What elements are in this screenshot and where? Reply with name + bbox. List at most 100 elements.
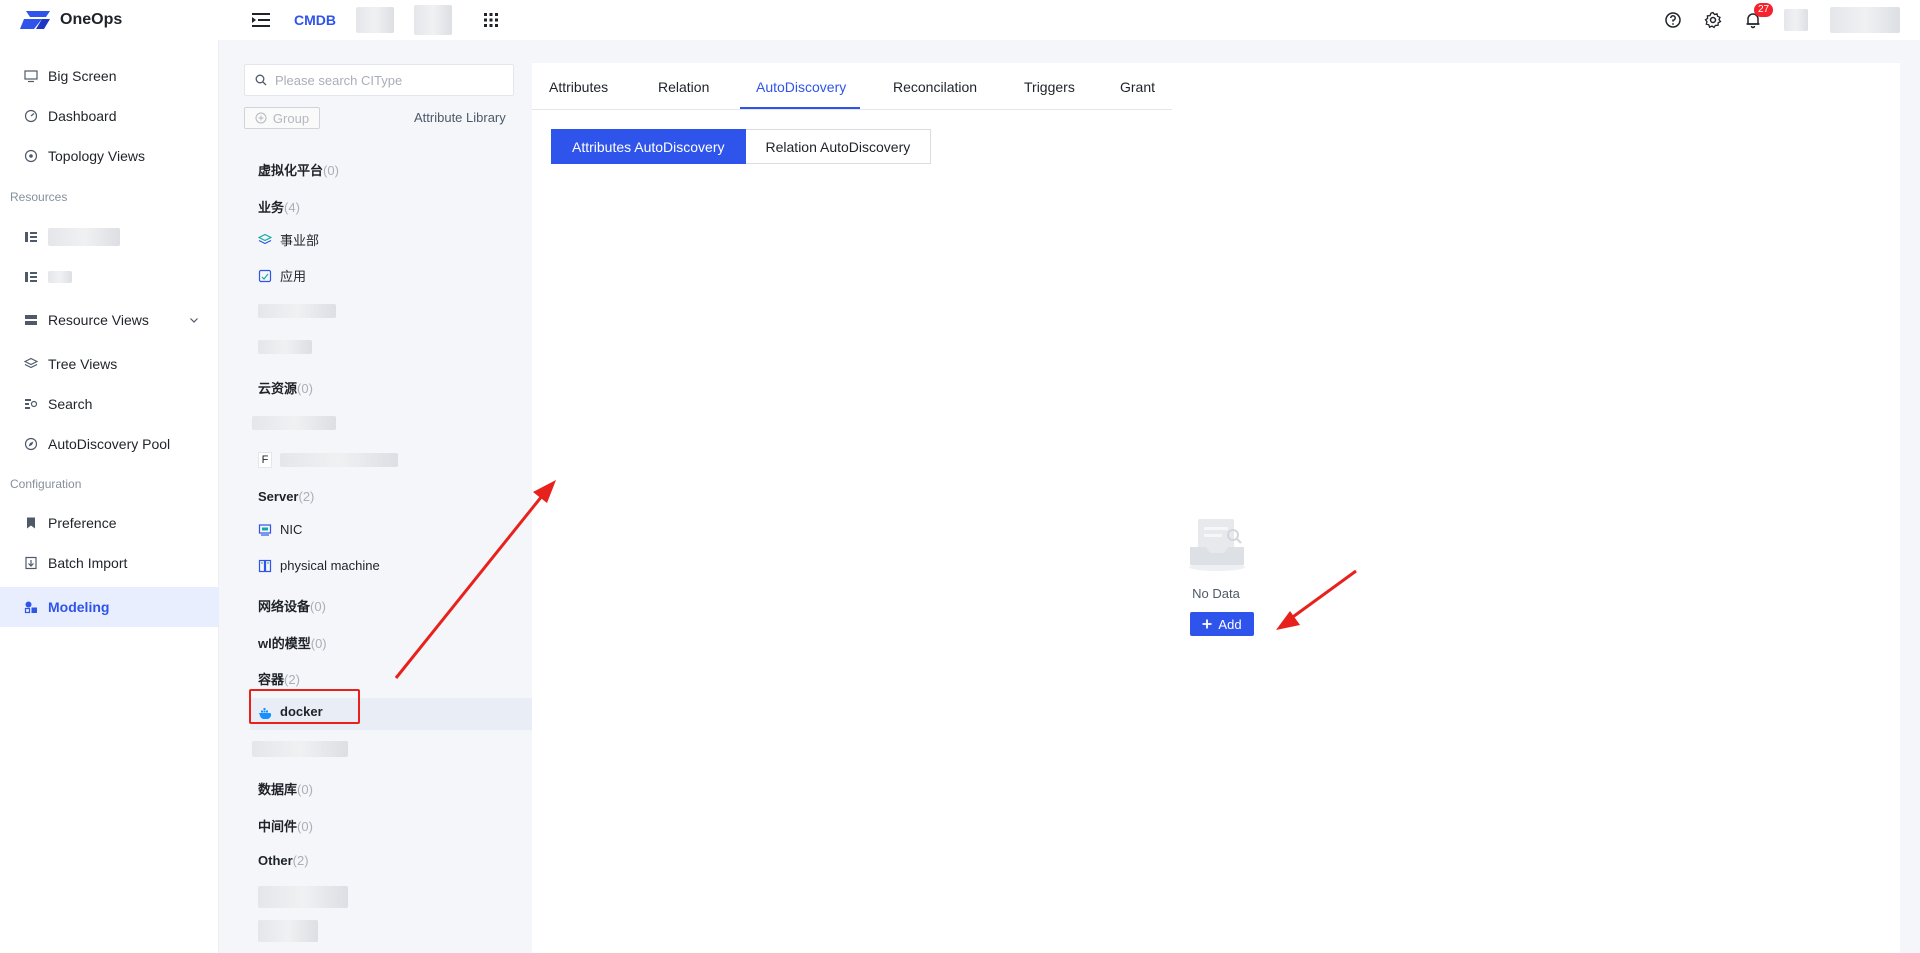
- ci-item-label-blurred: [280, 453, 398, 467]
- search-icon: [255, 74, 267, 86]
- menu-fold-icon[interactable]: [250, 9, 272, 31]
- group-other[interactable]: Other(2): [258, 853, 309, 868]
- add-button[interactable]: Add: [1190, 612, 1254, 636]
- ci-item-label: 应用: [280, 269, 307, 284]
- nav-label: Dashboard: [48, 108, 117, 124]
- ci-item-physical-machine[interactable]: physical machine: [258, 558, 380, 573]
- add-button-label: Add: [1218, 616, 1242, 632]
- nav-item-autodiscovery-pool[interactable]: AutoDiscovery Pool: [0, 424, 219, 464]
- citype-panel: Group Attribute Library 虚拟化平台(0) 业务(4) 事…: [219, 40, 740, 953]
- group-count: (0): [297, 819, 313, 834]
- nav-label: Topology Views: [48, 148, 146, 164]
- ci-item-division[interactable]: 事业部: [258, 230, 319, 249]
- nav-item-resource-views[interactable]: Resource Views: [0, 300, 219, 340]
- nav-item-modeling[interactable]: Modeling: [0, 587, 219, 627]
- nav-section-configuration: Configuration: [10, 477, 82, 491]
- ci-item-blurred-f[interactable]: F: [258, 452, 398, 468]
- group-databases[interactable]: 数据库(0): [258, 779, 313, 798]
- logo[interactable]: OneOps: [20, 9, 220, 31]
- help-icon[interactable]: [1664, 11, 1682, 29]
- apps-grid-icon[interactable]: [482, 11, 500, 29]
- nav-label: Search: [48, 396, 93, 412]
- top-item-blurred[interactable]: [1784, 9, 1808, 31]
- app-name[interactable]: CMDB: [294, 12, 336, 28]
- ci-item-blurred[interactable]: [258, 886, 348, 908]
- group-cloud-resources[interactable]: 云资源(0): [258, 378, 313, 397]
- ci-item-nic[interactable]: NIC: [258, 522, 302, 537]
- notifications[interactable]: 27: [1744, 3, 1774, 29]
- group-name: 中间件: [258, 819, 298, 834]
- ci-item-blurred[interactable]: [258, 920, 318, 942]
- nav-label: Preference: [48, 515, 117, 531]
- nav-item-dashboard[interactable]: Dashboard: [0, 96, 219, 136]
- notification-badge: 27: [1754, 3, 1774, 17]
- group-name: 业务: [258, 200, 285, 215]
- group-count: (0): [323, 163, 339, 178]
- group-name: 容器: [258, 672, 285, 687]
- tab-reconcilation[interactable]: Reconcilation: [893, 79, 977, 95]
- nav-label-blurred: [48, 271, 72, 283]
- segment-relation-autodiscovery[interactable]: Relation AutoDiscovery: [745, 129, 932, 164]
- tab-relation[interactable]: Relation: [658, 79, 709, 95]
- search-list-icon: [25, 399, 38, 409]
- nav-item-big-screen[interactable]: Big Screen: [0, 56, 219, 96]
- group-name: 云资源: [258, 381, 298, 396]
- ci-item-blurred[interactable]: [258, 304, 336, 318]
- nav-item-preference[interactable]: Preference: [0, 503, 219, 543]
- group-server[interactable]: Server(2): [258, 489, 314, 504]
- empty-box-icon: [1189, 519, 1245, 571]
- plus-circle-icon: [255, 112, 267, 124]
- ci-item-label: NIC: [280, 522, 303, 537]
- tab-grant[interactable]: Grant: [1120, 79, 1155, 95]
- nav-item-topology-views[interactable]: Topology Views: [0, 136, 219, 176]
- segment-attributes-autodiscovery[interactable]: Attributes AutoDiscovery: [551, 129, 746, 164]
- ci-item-label: physical machine: [280, 558, 380, 573]
- group-business[interactable]: 业务(4): [258, 197, 300, 216]
- autodiscovery-type-switch: Attributes AutoDiscovery Relation AutoDi…: [551, 129, 932, 164]
- ci-item-blurred[interactable]: [258, 340, 312, 354]
- group-count: (0): [297, 782, 313, 797]
- nav-item-blurred[interactable]: [0, 257, 219, 297]
- group-middleware[interactable]: 中间件(0): [258, 816, 313, 835]
- group-virtualization[interactable]: 虚拟化平台(0): [258, 160, 339, 179]
- group-count: (0): [297, 381, 313, 396]
- tree-list-icon: [25, 272, 37, 282]
- user-avatar-blurred[interactable]: [1830, 7, 1900, 33]
- ci-item-blurred[interactable]: [252, 741, 348, 757]
- nav-item-blurred[interactable]: [0, 217, 219, 257]
- tab-autodiscovery[interactable]: AutoDiscovery: [756, 79, 846, 95]
- ci-item-application[interactable]: 应用: [258, 266, 306, 285]
- top-bar: OneOps CMDB 27: [0, 0, 1920, 40]
- citype-search-box[interactable]: [244, 64, 514, 96]
- logo-text: OneOps: [60, 11, 123, 28]
- group-count: (2): [292, 853, 309, 868]
- attribute-library-link[interactable]: Attribute Library: [414, 110, 506, 125]
- ci-item-blurred[interactable]: [252, 416, 336, 430]
- group-name: Server: [258, 489, 299, 504]
- monitor-icon: [24, 70, 38, 83]
- group-count: (2): [298, 489, 315, 504]
- nav-item-batch-import[interactable]: Batch Import: [0, 543, 219, 583]
- citype-search-input[interactable]: [275, 72, 495, 88]
- top-nav-item-blurred[interactable]: [356, 7, 394, 33]
- compass-icon: [24, 437, 38, 451]
- gear-icon[interactable]: [1704, 11, 1722, 29]
- group-count: (2): [284, 672, 300, 687]
- top-nav-item-blurred[interactable]: [414, 5, 452, 35]
- application-icon: [258, 269, 272, 282]
- group-button-label: Group: [272, 110, 310, 126]
- annotation-highlight-box: [249, 689, 360, 724]
- server-icon: [258, 559, 272, 572]
- plus-icon: [1202, 619, 1212, 629]
- tab-attributes[interactable]: Attributes: [549, 79, 608, 95]
- chevron-down-icon[interactable]: [189, 315, 199, 325]
- group-network-devices[interactable]: 网络设备(0): [258, 596, 326, 615]
- group-wl-models[interactable]: wl的模型(0): [258, 633, 327, 652]
- group-containers[interactable]: 容器(2): [258, 669, 300, 688]
- group-count: (4): [284, 200, 300, 215]
- add-group-button[interactable]: Group: [244, 107, 320, 129]
- ci-item-label: 事业部: [280, 233, 320, 248]
- nav-item-tree-views[interactable]: Tree Views: [0, 344, 219, 384]
- nav-item-search[interactable]: Search: [0, 384, 219, 424]
- tab-triggers[interactable]: Triggers: [1024, 79, 1075, 95]
